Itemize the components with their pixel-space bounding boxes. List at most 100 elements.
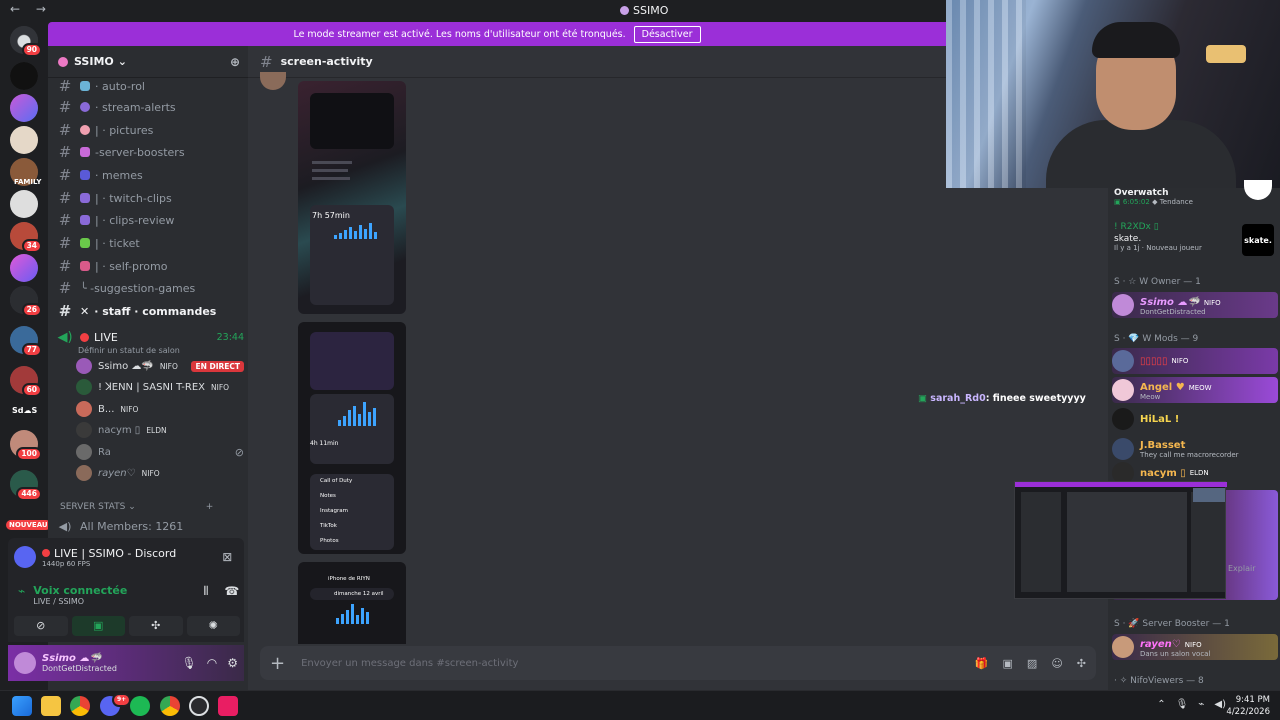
attachment-image[interactable]: iPhone de RIYN dimanche 12 avril (298, 562, 406, 644)
sds-label[interactable]: Sd☁S (12, 406, 37, 415)
gif-icon[interactable]: ▣ (1003, 657, 1013, 670)
disconnect-icon[interactable]: ☎ (224, 584, 239, 606)
chrome-profile-icon[interactable] (160, 696, 180, 716)
camera-off-icon[interactable]: ⊘ (14, 616, 68, 636)
volume-icon[interactable]: ◀) (1214, 699, 1226, 710)
message-composer: + Envoyer un message dans #screen-activi… (260, 646, 1096, 680)
obs-icon[interactable] (189, 696, 209, 716)
channel-all-members[interactable]: ◀) All Members: 1261 (56, 520, 184, 533)
emoji-icon[interactable]: ☺ (1051, 657, 1062, 670)
voice-user[interactable]: rayen♡ NIFO (76, 463, 244, 483)
avatar[interactable] (260, 72, 286, 90)
attachment-image[interactable]: 4h 11min Call of Duty Notes Instagram Ti… (298, 322, 406, 554)
skate-logo: skate. (1242, 224, 1274, 256)
avatar[interactable] (14, 652, 36, 674)
stream-preview[interactable] (1014, 481, 1227, 599)
member-item[interactable]: J.Basset They call me macrorecorder (1112, 436, 1278, 462)
channel-label: | · self-promo (95, 259, 168, 273)
emoji-icon (80, 102, 90, 112)
network-icon[interactable]: ⌁ (1198, 699, 1204, 710)
voice-status-hint[interactable]: Définir un statut de salon (78, 346, 244, 355)
server-icon-3[interactable] (10, 126, 38, 154)
member-item[interactable]: ▯▯▯▯▯ NIFO (1112, 348, 1278, 374)
clock[interactable]: 9:41 PM 4/22/2026 (1226, 694, 1270, 718)
screen-share-icon[interactable]: ▣ (71, 616, 125, 636)
role-header-owner: S · ☆ W Owner — 1 (1114, 277, 1201, 287)
noise-icon[interactable]: ⫴ (203, 584, 208, 606)
activities-icon[interactable]: ✣ (129, 616, 183, 636)
server-icon-9[interactable]: 77 (10, 326, 42, 357)
microphone-icon[interactable]: 🎙 (182, 656, 197, 670)
voice-user[interactable]: B... NIFO (76, 399, 244, 419)
member-item[interactable]: rayen♡ NIFO Dans un salon vocal (1112, 634, 1278, 660)
channel-self-promo[interactable]: # | · self-promo (56, 256, 244, 276)
channel-pictures[interactable]: # | · pictures (56, 120, 244, 140)
emoji-icon (80, 193, 90, 203)
soundboard-icon[interactable]: ✺ (186, 616, 240, 636)
channel-staff-commandes[interactable]: # ✕ · staff · commandes (56, 301, 244, 321)
sticker-icon[interactable]: ▨ (1027, 657, 1037, 670)
screen-time-card (310, 205, 394, 305)
windows-start-icon[interactable] (12, 696, 32, 716)
channel-label: ╰ -suggestion-games (80, 281, 196, 295)
voice-user[interactable]: ! ꓘENN | SASNI T-REX NIFO (76, 377, 244, 397)
microphone-icon[interactable]: 🎙 (1176, 699, 1189, 710)
server-6-badge: 34 (21, 239, 42, 253)
voice-user[interactable]: Ssimo ☁🦈 NIFO EN DIRECT (76, 356, 244, 376)
channel-label: · staff · commandes (94, 304, 217, 318)
server-icon-6[interactable]: 34 (10, 222, 42, 253)
category-server-stats[interactable]: SERVER STATS ⌄ + (60, 502, 213, 512)
chevron-up-icon[interactable]: ⌃ (1157, 699, 1165, 710)
stop-stream-icon[interactable]: ⊠ (222, 550, 232, 564)
add-attachment-icon[interactable]: + (270, 653, 285, 674)
member-item[interactable]: Angel ♥ MEOW Meow (1112, 377, 1278, 403)
server-icon-13[interactable]: 446 (10, 470, 42, 501)
server-icon-1[interactable] (10, 62, 38, 90)
server-icon-8[interactable]: 26 (10, 286, 42, 317)
server-icon-10[interactable]: 60 (10, 366, 42, 397)
member-item[interactable]: Ssimo ☁🦈 NIFO DontGetDistracted (1112, 292, 1278, 318)
channel-ticket[interactable]: # | · ticket (56, 233, 244, 253)
file-explorer-icon[interactable] (41, 696, 61, 716)
member-name: Angel ♥ (1140, 382, 1185, 393)
server-header[interactable]: SSIMO ⌄ ⊕ (48, 46, 248, 78)
member-item[interactable]: HiLaL ! (1112, 406, 1278, 432)
voice-user[interactable]: nacym ▯ ELDN (76, 420, 244, 440)
disable-streamer-button[interactable]: Désactiver (633, 25, 701, 43)
attachment-image[interactable]: 7h 57min (298, 81, 406, 314)
gear-icon[interactable]: ⚙ (227, 656, 238, 670)
activity-card[interactable]: Overwatch ▣ 6:05:02 ◆ Tendance (1114, 180, 1280, 206)
hash-icon: # (58, 77, 72, 95)
hash-icon: # (58, 234, 72, 252)
server-icon-12[interactable]: 100 (10, 430, 42, 461)
server-icon-5[interactable] (10, 190, 38, 218)
chrome-icon[interactable] (70, 696, 90, 716)
truncated-label: Explair (1228, 564, 1256, 573)
channel-memes[interactable]: # · memes (56, 165, 244, 185)
server-icon-7[interactable] (10, 254, 38, 282)
activity-card[interactable]: ! R2XDx ▯ skate. Il y a 1j · Nouveau jou… (1114, 222, 1280, 256)
voice-user[interactable]: Ra ⊘ (76, 442, 244, 462)
message-input[interactable]: Envoyer un message dans #screen-activity (301, 658, 518, 669)
home-button[interactable]: 90 (10, 26, 42, 57)
channel-clips-review[interactable]: # | · clips-review (56, 210, 244, 230)
voice-connected-label[interactable]: Voix connectée (33, 584, 127, 597)
apps-icon[interactable]: ✣ (1077, 657, 1086, 670)
voice-channel-live[interactable]: ◀) LIVE 23:44 Définir un statut de salon (56, 328, 244, 356)
spotify-icon[interactable] (130, 696, 150, 716)
back-icon[interactable]: ← (10, 2, 20, 16)
add-channel-icon[interactable]: + (206, 502, 214, 512)
voice-connected-channel[interactable]: LIVE / SSIMO (33, 597, 127, 606)
add-member-icon[interactable]: ⊕ (230, 55, 240, 69)
channel-stream-alerts[interactable]: # · stream-alerts (56, 97, 244, 117)
channel-server-boosters[interactable]: # -server-boosters (56, 142, 244, 162)
headset-icon[interactable]: ◠ (207, 656, 217, 670)
channel-auto-rol[interactable]: # · auto-rol (56, 76, 244, 96)
gift-icon[interactable]: 🎁 (975, 657, 989, 670)
channel-twitch-clips[interactable]: # | · twitch-clips (56, 188, 244, 208)
user-name[interactable]: Ssimo ☁🦈 (42, 653, 117, 664)
server-icon-2[interactable] (10, 94, 38, 122)
forward-icon[interactable]: → (36, 2, 46, 16)
channel-suggestion-games[interactable]: # ╰ -suggestion-games (56, 278, 244, 298)
tiktok-icon[interactable] (218, 696, 238, 716)
